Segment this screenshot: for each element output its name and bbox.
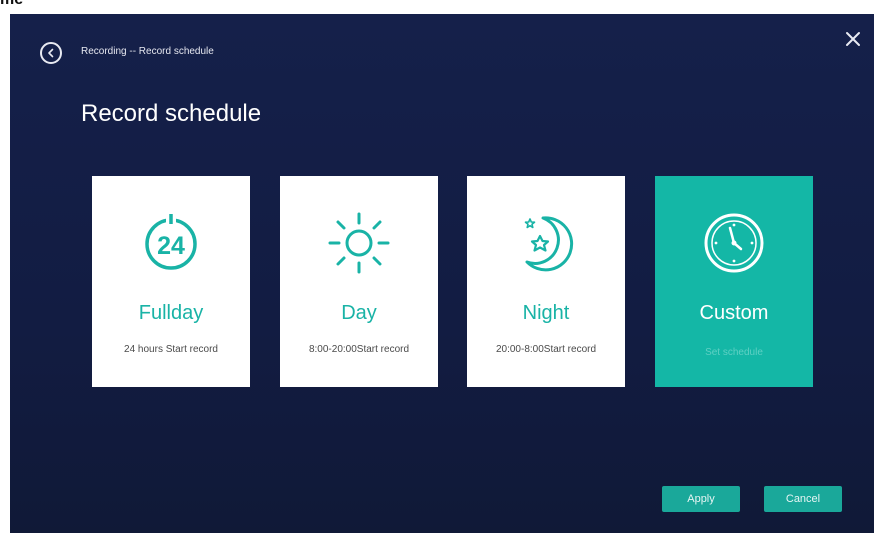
apply-button[interactable]: Apply bbox=[662, 486, 740, 512]
breadcrumb: Recording -- Record schedule bbox=[81, 46, 214, 57]
card-custom[interactable]: Custom Set schedule bbox=[655, 176, 813, 387]
card-night-desc: 20:00-8:00Start record bbox=[495, 344, 597, 355]
cancel-button[interactable]: Cancel bbox=[764, 486, 842, 512]
sun-icon bbox=[328, 212, 390, 274]
back-button[interactable] bbox=[40, 42, 62, 64]
clock-icon bbox=[704, 213, 764, 273]
close-icon bbox=[846, 32, 860, 46]
card-fullday[interactable]: 24 Fullday 24 hours Start record bbox=[92, 176, 250, 387]
card-day[interactable]: Day 8:00-20:00Start record bbox=[280, 176, 438, 387]
24-hours-icon-text: 24 bbox=[157, 232, 185, 260]
card-custom-label: Custom bbox=[699, 302, 769, 324]
chevron-left-icon bbox=[48, 48, 54, 58]
page-fragment-text: me bbox=[0, 0, 23, 9]
record-schedule-dialog: Recording -- Record schedule Record sche… bbox=[10, 14, 874, 533]
card-fullday-label: Fullday bbox=[138, 302, 204, 324]
card-day-label: Day bbox=[341, 302, 377, 324]
moon-icon bbox=[524, 216, 574, 272]
card-custom-desc: Set schedule bbox=[705, 347, 763, 358]
card-night-label: Night bbox=[522, 302, 570, 324]
page-title: Record schedule bbox=[81, 100, 262, 127]
24-hours-icon: 24 bbox=[145, 214, 197, 270]
close-button[interactable] bbox=[844, 30, 862, 48]
card-night[interactable]: Night 20:00-8:00Start record bbox=[467, 176, 625, 387]
card-fullday-desc: 24 hours Start record bbox=[124, 344, 218, 355]
card-day-desc: 8:00-20:00Start record bbox=[308, 344, 410, 355]
